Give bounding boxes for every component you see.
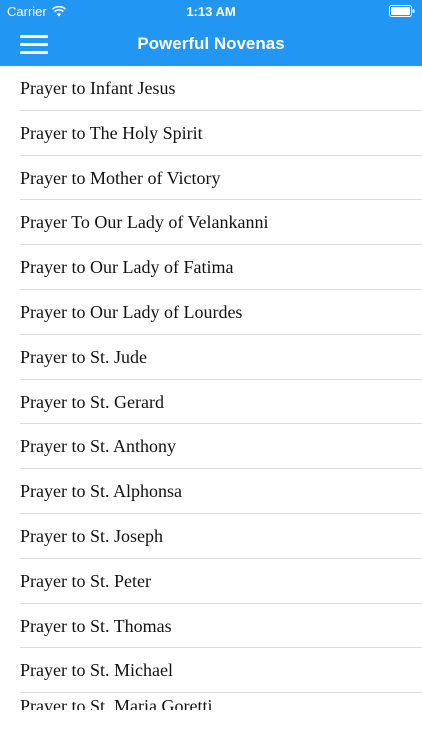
list-item-label: Prayer to Our Lady of Lourdes: [20, 301, 243, 322]
list-item-lady-of-velankanni[interactable]: Prayer To Our Lady of Velankanni: [20, 200, 422, 246]
status-time: 1:13 AM: [186, 4, 236, 19]
list-item-label: Prayer to St. Alphonsa: [20, 481, 182, 502]
list-item-mother-of-victory[interactable]: Prayer to Mother of Victory: [20, 156, 422, 201]
list-item-label: Prayer to St. Gerard: [20, 391, 164, 412]
list-item-label: Prayer to St. Michael: [20, 660, 173, 681]
list-item-label: Prayer to Our Lady of Fatima: [20, 257, 234, 278]
list-item-label: Prayer to St. Anthony: [20, 436, 176, 457]
navigation-bar: Powerful Novenas: [0, 22, 422, 66]
list-item-st-maria-goretti[interactable]: Prayer to St. Maria Goretti: [20, 693, 422, 710]
list-item-label: Prayer to Infant Jesus: [20, 78, 176, 98]
list-item-st-jude[interactable]: Prayer to St. Jude: [20, 335, 422, 380]
novena-list[interactable]: Prayer to Infant Jesus Prayer to The Hol…: [0, 66, 422, 710]
list-item-label: Prayer to Mother of Victory: [20, 167, 221, 188]
list-item-st-alphonsa[interactable]: Prayer to St. Alphonsa: [20, 469, 422, 514]
list-item-label: Prayer to St. Jude: [20, 346, 147, 367]
list-item-lady-of-fatima[interactable]: Prayer to Our Lady of Fatima: [20, 245, 422, 290]
page-title: Powerful Novenas: [137, 34, 285, 53]
list-item-st-anthony[interactable]: Prayer to St. Anthony: [20, 424, 422, 470]
list-item-label: Prayer to The Holy Spirit: [20, 122, 203, 143]
list-item-st-michael[interactable]: Prayer to St. Michael: [20, 648, 422, 694]
list-item-label: Prayer To Our Lady of Velankanni: [20, 212, 269, 233]
battery-icon: [389, 5, 415, 17]
list-item-st-joseph[interactable]: Prayer to St. Joseph: [20, 514, 422, 559]
list-item-st-gerard[interactable]: Prayer to St. Gerard: [20, 380, 422, 425]
list-item-infant-jesus[interactable]: Prayer to Infant Jesus: [20, 66, 422, 111]
list-item-label: Prayer to St. Maria Goretti: [20, 696, 213, 710]
list-item-label: Prayer to St. Peter: [20, 570, 151, 591]
list-item-holy-spirit[interactable]: Prayer to The Holy Spirit: [20, 111, 422, 156]
list-item-label: Prayer to St. Joseph: [20, 525, 163, 546]
list-item-lady-of-lourdes[interactable]: Prayer to Our Lady of Lourdes: [20, 290, 422, 335]
list-item-st-peter[interactable]: Prayer to St. Peter: [20, 559, 422, 604]
status-bar: Carrier 1:13 AM: [0, 0, 422, 22]
list-item-label: Prayer to St. Thomas: [20, 615, 172, 636]
list-footer-blank: [0, 710, 422, 750]
list-item-st-thomas[interactable]: Prayer to St. Thomas: [20, 604, 422, 649]
